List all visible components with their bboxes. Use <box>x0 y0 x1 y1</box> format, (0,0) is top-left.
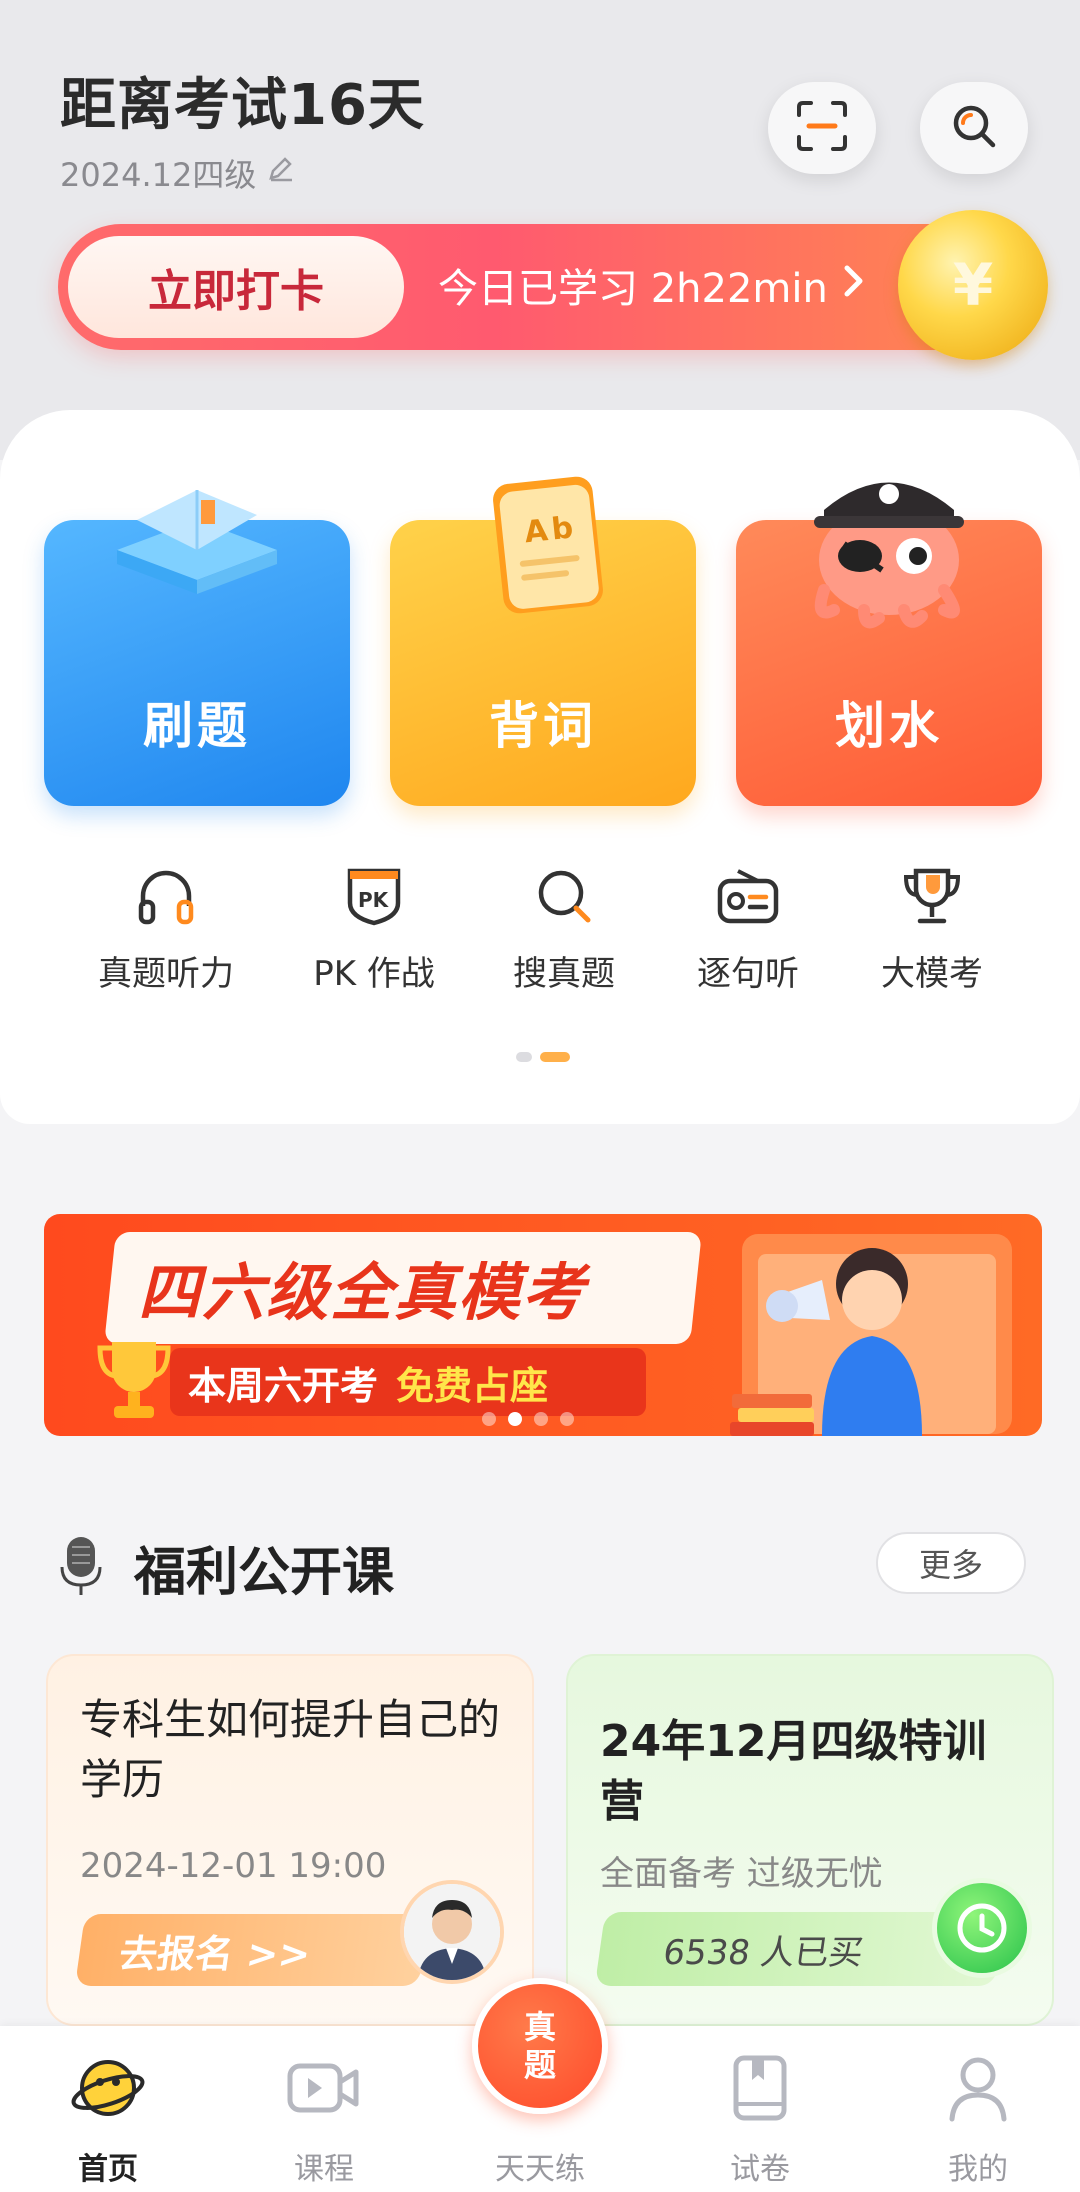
promo-dot <box>482 1412 496 1426</box>
tab-papers[interactable]: 试卷 <box>680 2046 840 2188</box>
chevron-right-icon <box>842 262 866 308</box>
feature-practice[interactable]: 刷题 <box>44 490 350 806</box>
tab-profile-label: 我的 <box>948 2152 1008 2187</box>
promo-dot <box>560 1412 574 1426</box>
paper-icon <box>680 2046 840 2130</box>
study-time-text: 今日已学习 2h22min <box>438 266 828 312</box>
course-card[interactable]: 专科生如何提升自己的学历 2024-12-01 19:00 去报名 >> <box>46 1654 534 2026</box>
course-card[interactable]: 24年12月四级特训营 全面备考 过级无忧 6538 人已买 <box>566 1654 1054 2026</box>
tab-home[interactable]: 首页 <box>28 2046 188 2188</box>
page-indicator <box>516 1052 570 1062</box>
section-header: 福利公开课 <box>58 1530 394 1605</box>
quick-pk-label: PK 作战 <box>313 954 435 994</box>
coin-icon: ¥ <box>898 210 1048 360</box>
promo-subtitle-prefix: 本周六开考 <box>188 1363 379 1408</box>
promo-banner[interactable]: 四六级全真模考 本周六开考 免费占座 <box>44 1214 1042 1436</box>
quick-listening[interactable]: 真题听力 <box>66 860 266 995</box>
trophy-icon <box>832 860 1032 932</box>
more-button[interactable]: 更多 <box>876 1532 1026 1594</box>
section-title: 福利公开课 <box>134 1543 395 1603</box>
promo-dot-active <box>508 1412 522 1426</box>
main-card: 刷题 Ab 背词 划水 真题听力 PK PK 作战 搜真题 逐句听 大模考 <box>0 410 1080 1124</box>
course-time: 2024-12-01 19:00 <box>80 1846 387 1886</box>
search-icon <box>949 101 999 155</box>
course-title: 专科生如何提升自己的学历 <box>80 1695 501 1804</box>
practice-bubble[interactable]: 真题 <box>472 1978 608 2114</box>
promo-illustration <box>712 1224 1032 1436</box>
exam-info[interactable]: 2024.12四级 <box>60 150 296 196</box>
page-dot <box>516 1052 532 1062</box>
planet-icon <box>28 2046 188 2130</box>
signup-button[interactable]: 去报名 >> <box>74 1914 430 1986</box>
pk-shield-icon: PK <box>274 860 474 932</box>
quick-search[interactable]: 搜真题 <box>464 860 664 995</box>
promo-subtitle-highlight: 免费占座 <box>396 1363 549 1408</box>
avatar <box>400 1880 504 1984</box>
pirate-octopus-icon <box>794 460 984 642</box>
radio-icon <box>648 860 848 932</box>
quick-pk[interactable]: PK PK 作战 <box>274 860 474 995</box>
checkin-button[interactable]: 立即打卡 <box>68 236 404 338</box>
exam-countdown: 距离考试16天 <box>60 73 425 138</box>
tab-courses[interactable]: 课程 <box>244 2046 404 2188</box>
page-dot-active <box>540 1052 570 1062</box>
headphones-icon <box>66 860 266 932</box>
feature-practice-label: 刷题 <box>143 697 251 755</box>
feature-vocab-label: 背词 <box>489 697 597 755</box>
quick-sentence[interactable]: 逐句听 <box>648 860 848 995</box>
feature-relax[interactable]: 划水 <box>736 482 1042 806</box>
quick-mock[interactable]: 大模考 <box>832 860 1032 995</box>
course-subtitle: 全面备考 过级无忧 <box>600 1854 883 1894</box>
study-time: 今日已学习 2h22min <box>438 256 866 314</box>
trophy-icon <box>94 1336 174 1430</box>
promo-subtitle: 本周六开考 免费占座 <box>170 1348 646 1416</box>
scan-button[interactable] <box>768 82 876 174</box>
checkin-banner[interactable]: 立即打卡 今日已学习 2h22min ¥ <box>58 210 1048 360</box>
top-header: 距离考试16天 2024.12四级 立即打卡 今日已学习 2h22min ¥ <box>0 0 1080 460</box>
tab-home-label: 首页 <box>78 2152 138 2187</box>
video-icon <box>244 2046 404 2130</box>
promo-title: 四六级全真模考 <box>138 1256 587 1329</box>
quick-mock-label: 大模考 <box>881 954 983 994</box>
search-icon <box>464 860 664 932</box>
word-card-icon: Ab <box>468 460 618 642</box>
tab-practice-label: 天天练 <box>495 2152 585 2187</box>
bottom-tab-bar: 首页 课程 天天练 真题 试卷 我的 <box>0 1978 1080 2192</box>
profile-icon <box>898 2046 1058 2130</box>
svg-text:Ab: Ab <box>523 510 579 550</box>
book-icon <box>97 460 297 622</box>
edit-icon[interactable] <box>266 154 296 192</box>
quick-search-label: 搜真题 <box>513 954 615 994</box>
quick-sentence-label: 逐句听 <box>697 954 799 994</box>
course-title: 24年12月四级特训营 <box>600 1716 987 1827</box>
feature-relax-label: 划水 <box>835 697 943 755</box>
microphone-icon <box>58 1533 104 1603</box>
tab-profile[interactable]: 我的 <box>898 2046 1058 2188</box>
feature-vocab[interactable]: Ab 背词 <box>390 476 696 806</box>
tab-papers-label: 试卷 <box>730 2152 790 2187</box>
quick-listening-label: 真题听力 <box>98 954 234 994</box>
scan-icon <box>795 99 849 157</box>
promo-dot <box>534 1412 548 1426</box>
svg-text:PK: PK <box>358 888 390 912</box>
tab-courses-label: 课程 <box>294 2152 354 2187</box>
exam-info-text: 2024.12四级 <box>60 156 257 194</box>
search-button[interactable] <box>920 82 1028 174</box>
promo-indicator <box>482 1412 574 1426</box>
clock-icon <box>932 1878 1032 1978</box>
